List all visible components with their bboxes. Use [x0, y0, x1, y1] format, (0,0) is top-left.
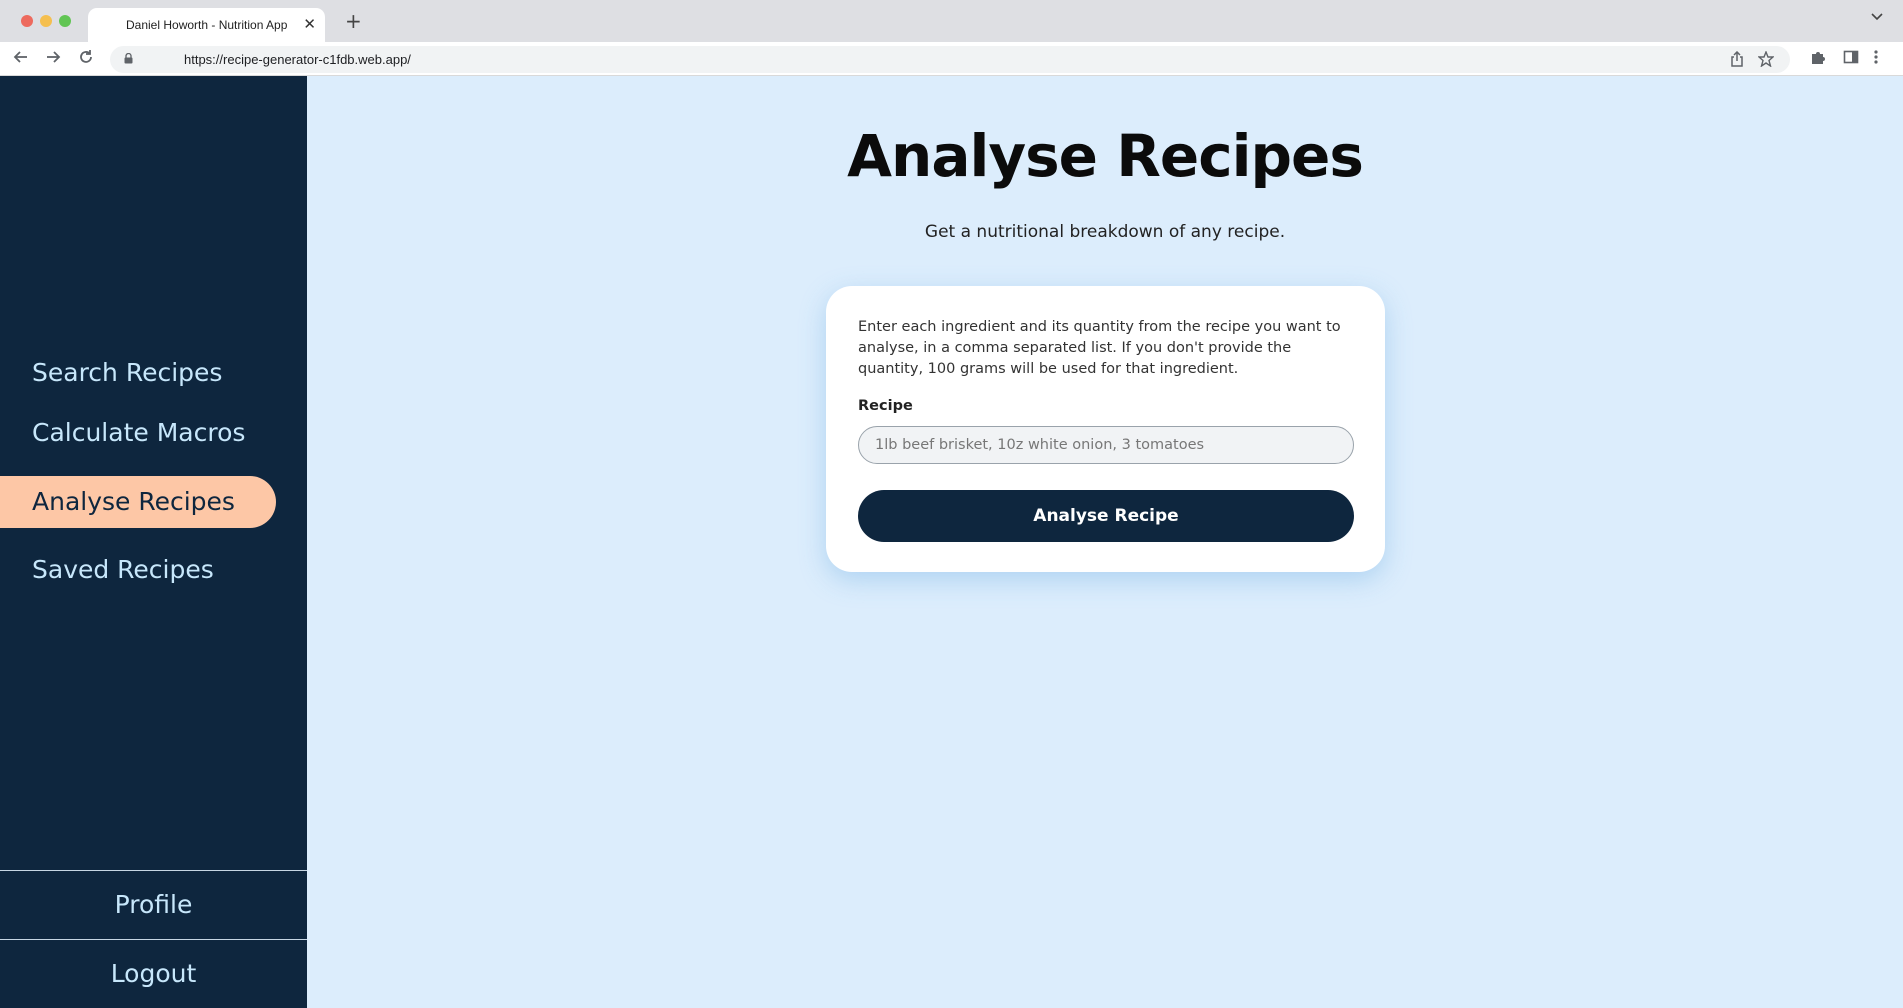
minimize-window-icon[interactable]	[40, 15, 52, 27]
back-arrow-icon[interactable]	[13, 49, 29, 65]
card-description: Enter each ingredient and its quantity f…	[858, 319, 1341, 377]
recipe-field-label: Recipe	[858, 398, 913, 414]
browser-tab-bar: Daniel Howorth - Nutrition App ✕ +	[0, 0, 1903, 42]
analyse-recipe-card: Enter each ingredient and its quantity f…	[826, 286, 1385, 572]
new-tab-icon[interactable]: +	[345, 11, 362, 31]
maximize-window-icon[interactable]	[59, 15, 71, 27]
side-panel-icon[interactable]	[1843, 49, 1859, 65]
logout-link[interactable]: Logout	[0, 940, 307, 1008]
reload-icon[interactable]	[78, 49, 94, 65]
sidebar-item-analyse-recipes[interactable]: Analyse Recipes	[0, 476, 276, 528]
lock-icon[interactable]	[124, 53, 133, 64]
page-subtitle: Get a nutritional breakdown of any recip…	[924, 222, 1286, 242]
recipe-input[interactable]	[858, 426, 1354, 464]
page-title: Analyse Recipes	[847, 122, 1364, 190]
forward-arrow-icon[interactable]	[45, 49, 61, 65]
tab-close-icon[interactable]: ✕	[303, 15, 316, 33]
close-window-icon[interactable]	[21, 15, 33, 27]
sidebar-item-saved-recipes[interactable]: Saved Recipes	[0, 544, 276, 596]
sidebar-item-search-recipes[interactable]: Search Recipes	[0, 347, 276, 399]
analyse-recipe-button[interactable]: Analyse Recipe	[858, 490, 1354, 542]
share-icon[interactable]	[1730, 51, 1744, 67]
bookmark-star-icon[interactable]	[1758, 51, 1774, 67]
browser-toolbar: https://recipe-generator-c1fdb.web.app/	[0, 42, 1903, 76]
profile-link[interactable]: Profile	[0, 871, 307, 939]
browser-menu-icon[interactable]	[1873, 49, 1879, 65]
sidebar-item-calculate-macros[interactable]: Calculate Macros	[0, 407, 276, 459]
tab-title: Daniel Howorth - Nutrition App	[126, 18, 288, 32]
extensions-puzzle-icon[interactable]	[1810, 49, 1826, 65]
url-text[interactable]: https://recipe-generator-c1fdb.web.app/	[184, 52, 411, 67]
sidebar: Search Recipes Calculate Macros Analyse …	[0, 76, 307, 1008]
browser-tab[interactable]: Daniel Howorth - Nutrition App ✕	[88, 8, 325, 42]
address-bar[interactable]: https://recipe-generator-c1fdb.web.app/	[110, 46, 1790, 73]
tab-search-chevron-icon[interactable]	[1871, 13, 1883, 21]
